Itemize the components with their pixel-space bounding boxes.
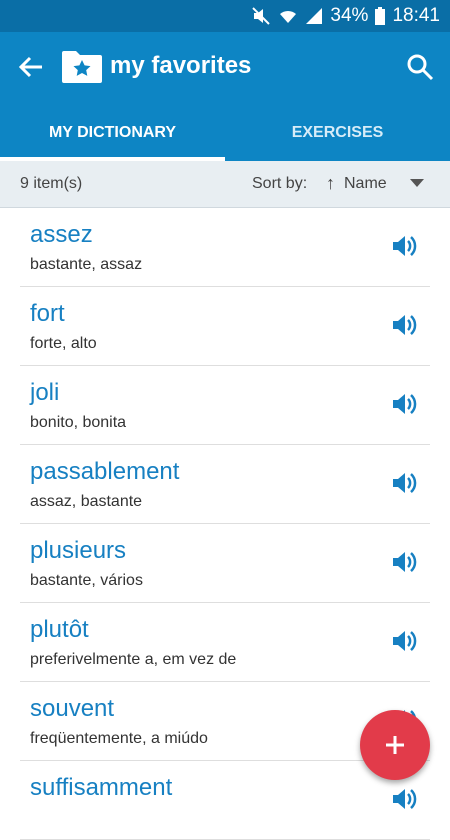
add-word-button[interactable] <box>360 710 430 780</box>
list-item-translation: bastante, assaz <box>30 256 143 273</box>
battery-icon <box>375 7 386 25</box>
favorites-folder-icon <box>62 51 102 83</box>
speaker-icon[interactable] <box>390 311 418 339</box>
list-item-word: plutôt <box>30 616 89 643</box>
list-item-translation: assaz, bastante <box>30 493 143 510</box>
clock: 18:41 <box>392 5 440 26</box>
list-item-word: assez <box>30 221 93 248</box>
sort-label: Sort by: <box>252 175 308 192</box>
wifi-icon <box>280 10 297 23</box>
list-item-translation: freqüentemente, a miúdo <box>30 730 208 747</box>
plus-icon <box>386 736 404 754</box>
speaker-icon[interactable] <box>390 232 418 260</box>
speaker-icon[interactable] <box>390 627 418 655</box>
list-item-translation: bonito, bonita <box>30 414 127 431</box>
list-item[interactable]: joli bonito, bonita <box>20 366 430 445</box>
speaker-icon[interactable] <box>390 469 418 497</box>
list-item-translation: preferivelmente a, em vez de <box>30 651 237 668</box>
list-item[interactable]: plutôt preferivelmente a, em vez de <box>20 603 430 682</box>
list-item-word: plusieurs <box>30 537 127 564</box>
app-bar: my favorites <box>0 32 450 104</box>
page-title: my favorites <box>110 52 252 79</box>
sort-select[interactable]: Name <box>344 175 387 193</box>
status-bar: 34% 18:41 <box>0 0 450 32</box>
signal-icon <box>306 8 323 24</box>
list-item-word: passablement <box>30 458 180 485</box>
back-arrow-icon[interactable] <box>16 52 46 82</box>
mute-icon <box>252 7 271 25</box>
list-item-translation: forte, alto <box>30 335 97 352</box>
item-count: 9 item(s) <box>20 175 83 192</box>
chevron-down-icon[interactable] <box>410 179 424 187</box>
tab-bar: MY DICTIONARY EXERCISES <box>0 104 450 161</box>
sort-direction-icon[interactable]: ↑ <box>326 173 335 194</box>
speaker-icon[interactable] <box>390 390 418 418</box>
tab-label: EXERCISES <box>291 123 384 141</box>
list-item-word: suffisamment <box>30 774 173 801</box>
status-icons: 34% 18:41 <box>251 0 440 32</box>
speaker-icon[interactable] <box>390 785 418 813</box>
speaker-icon[interactable] <box>390 548 418 576</box>
list-item[interactable]: assez bastante, assaz <box>20 208 430 287</box>
list-item[interactable]: passablement assaz, bastante <box>20 445 430 524</box>
list-item-word: joli <box>30 379 60 406</box>
list-item-translation: bastante, vários <box>30 572 143 589</box>
tab-exercises[interactable]: EXERCISES <box>225 104 450 161</box>
list-item[interactable]: fort forte, alto <box>20 287 430 366</box>
tab-my-dictionary[interactable]: MY DICTIONARY <box>0 104 225 161</box>
sort-bar: 9 item(s) Sort by: ↑ Name <box>0 161 450 208</box>
battery-percent: 34% <box>330 5 369 26</box>
list-item-word: souvent <box>30 695 115 722</box>
list-item[interactable]: plusieurs bastante, vários <box>20 524 430 603</box>
tab-label: MY DICTIONARY <box>48 123 177 141</box>
search-icon[interactable] <box>406 53 434 81</box>
list-item-word: fort <box>30 300 65 327</box>
list-item[interactable]: suffisamment <box>20 761 430 840</box>
